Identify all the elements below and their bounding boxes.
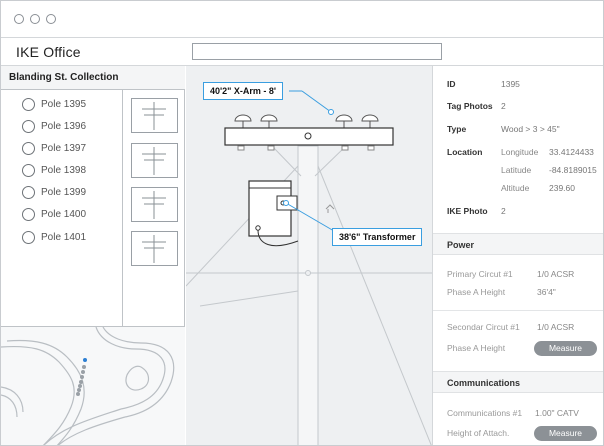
id-label: ID <box>447 79 456 89</box>
app-bar: IKE Office <box>1 38 603 66</box>
altitude-value: 239.60 <box>549 183 575 193</box>
pole-icon <box>142 191 166 219</box>
radio-button[interactable] <box>22 142 35 155</box>
pole-label: Pole 1400 <box>41 209 87 220</box>
ike-photo-label: IKE Photo <box>447 206 488 216</box>
maximize-window-button[interactable] <box>46 14 56 24</box>
latitude-value: -84.8189015 <box>549 165 597 175</box>
pole-label: Pole 1396 <box>41 121 87 132</box>
location-label: Location <box>447 147 483 157</box>
pole-label: Pole 1401 <box>41 232 87 243</box>
radio-button[interactable] <box>22 164 35 177</box>
ike-photo-value[interactable]: 2 <box>501 206 506 216</box>
transformer-callout[interactable]: 38'6" Transformer <box>332 228 423 246</box>
list-item[interactable]: Pole 1398 <box>1 161 121 181</box>
pole-thumbnail[interactable] <box>131 187 178 222</box>
list-item[interactable]: Pole 1396 <box>1 117 121 137</box>
list-item[interactable]: Pole 1399 <box>1 183 121 203</box>
secondary-circuit-label: Secondar Circut #1 <box>447 322 520 332</box>
search-input[interactable] <box>192 43 442 60</box>
pole-icon <box>142 102 166 130</box>
phase-a-height-label: Phase A Height <box>447 287 506 297</box>
primary-circuit-label: Primary Circut #1 <box>447 269 513 279</box>
primary-circuit-value: 1/0 ACSR <box>537 269 575 279</box>
pole-thumbnail[interactable] <box>131 231 178 266</box>
radio-button[interactable] <box>22 120 35 133</box>
phase-a-height-label-2: Phase A Height <box>447 343 506 353</box>
radio-button[interactable] <box>22 208 35 221</box>
xarm-callout[interactable]: 40'2" X-Arm - 8' <box>203 82 284 100</box>
pole-icon <box>142 147 166 175</box>
close-window-button[interactable] <box>14 14 24 24</box>
power-section-header: Power <box>433 233 603 255</box>
type-label: Type <box>447 124 467 134</box>
pole-icon <box>142 235 166 263</box>
communications-section-header: Communications <box>433 371 603 393</box>
radio-button[interactable] <box>22 231 35 244</box>
collection-header: Blanding St. Collection <box>1 66 185 90</box>
list-item[interactable]: Pole 1395 <box>1 95 121 115</box>
height-of-attach-label: Height of Attach. <box>447 428 510 438</box>
pole-drawing-canvas[interactable]: 40'2" X-Arm - 8' 38'6" Transformer <box>186 66 432 445</box>
collection-title: Blanding St. Collection <box>9 72 119 83</box>
pole-label: Pole 1399 <box>41 187 87 198</box>
app-window: IKE Office Blanding St. Collection Pole … <box>0 0 604 446</box>
phase-a-height-value: 36'4" <box>537 287 556 297</box>
altitude-label: Altitude <box>501 183 530 193</box>
radio-button[interactable] <box>22 98 35 111</box>
longitude-label: Longitude <box>501 147 539 157</box>
radio-button[interactable] <box>22 186 35 199</box>
map-view <box>1 326 175 445</box>
power-section-title: Power <box>447 240 475 250</box>
collection-panel: Blanding St. Collection Pole 1395 Pole 1… <box>1 66 185 445</box>
measure-button[interactable]: Measure <box>534 341 597 356</box>
pole-diagram <box>186 90 432 445</box>
tag-photos-label: Tag Photos <box>447 101 493 111</box>
pole-thumbnail[interactable] <box>131 98 178 133</box>
secondary-circuit-value: 1/0 ACSR <box>537 322 575 332</box>
pole-label: Pole 1398 <box>41 165 87 176</box>
communications-section-title: Communications <box>447 378 521 388</box>
minimize-window-button[interactable] <box>30 14 40 24</box>
list-item[interactable]: Pole 1397 <box>1 139 121 159</box>
list-item[interactable]: Pole 1401 <box>1 228 121 248</box>
list-item[interactable]: Pole 1400 <box>1 205 121 225</box>
pole-list: Pole 1395 Pole 1396 Pole 1397 Pole 1398 … <box>1 90 123 326</box>
communications-value: 1.00" CATV <box>535 408 579 418</box>
tag-photos-value[interactable]: 2 <box>501 101 506 111</box>
minimap[interactable] <box>1 326 185 445</box>
measure-button-2[interactable]: Measure <box>534 426 597 441</box>
longitude-value: 33.4124433 <box>549 147 594 157</box>
communications-label: Communications #1 <box>447 408 523 418</box>
pole-label: Pole 1395 <box>41 99 87 110</box>
details-panel: ID 1395 Tag Photos 2 Type Wood > 3 > 45"… <box>432 66 603 445</box>
pole-markers <box>76 358 87 396</box>
pole-label: Pole 1397 <box>41 143 87 154</box>
latitude-label: Latitude <box>501 165 532 175</box>
type-value: Wood > 3 > 45" <box>501 124 560 134</box>
divider <box>433 310 603 311</box>
id-value: 1395 <box>501 79 520 89</box>
thumbnail-column <box>123 90 185 326</box>
pole-thumbnail[interactable] <box>131 143 178 178</box>
title-bar <box>1 1 603 38</box>
app-title: IKE Office <box>16 44 81 60</box>
